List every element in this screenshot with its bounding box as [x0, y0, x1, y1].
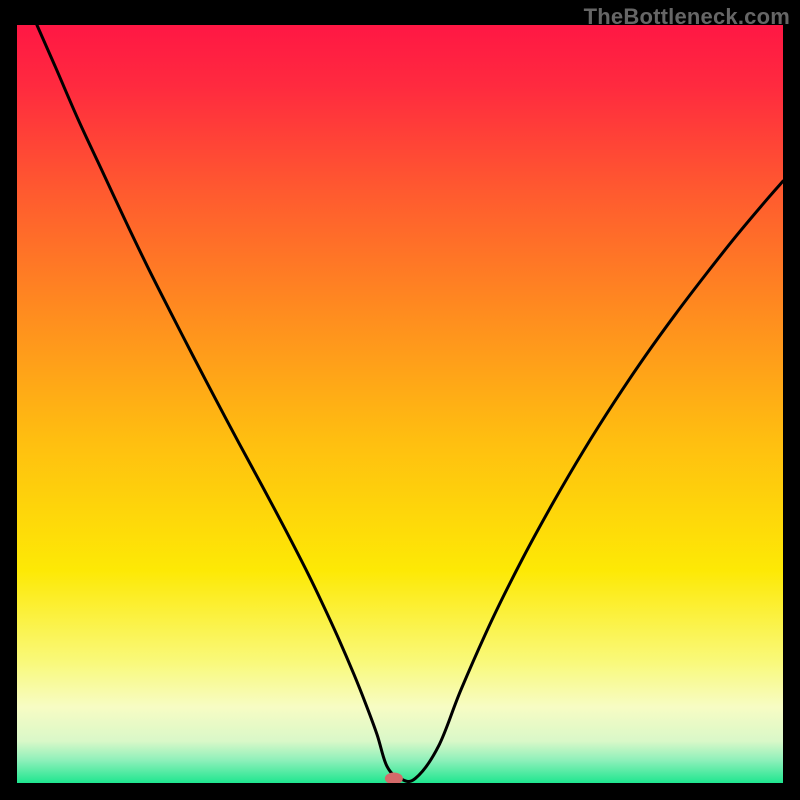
gradient-background	[17, 25, 783, 783]
chart-svg	[17, 25, 783, 783]
bottleneck-chart	[17, 25, 783, 783]
watermark-text: TheBottleneck.com	[584, 4, 790, 30]
chart-frame: TheBottleneck.com	[0, 0, 800, 800]
